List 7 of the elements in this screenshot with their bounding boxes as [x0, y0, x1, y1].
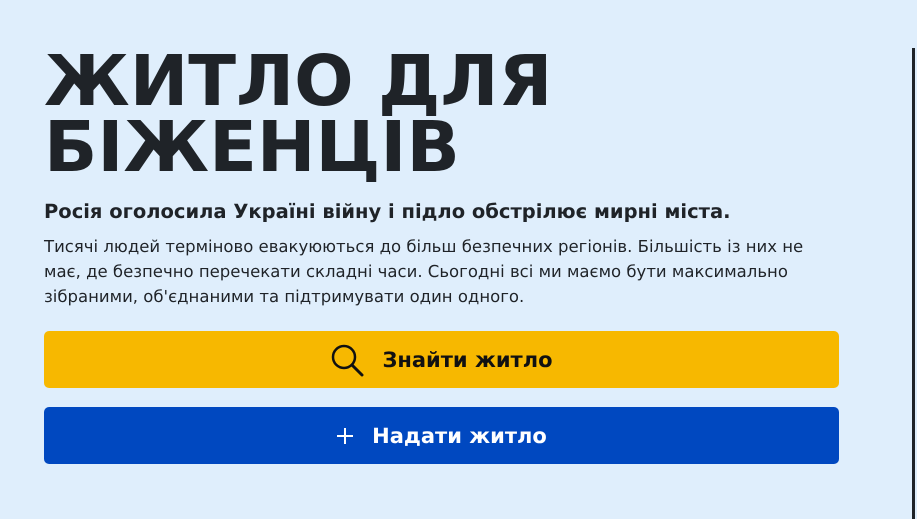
offer-housing-button[interactable]: Надати житло	[44, 407, 839, 464]
description: Тисячі людей терміново евакуюються до більш безпечних регіонів. Більшість із них не має, де безпечно перечекати складні часи. Сьогодні всі ми маємо бути максимально зібраними, об'єднаними та підтримувати один одного.	[44, 236, 804, 308]
search-icon	[330, 342, 364, 376]
page-title: ЖИТЛО ДЛЯ	[44, 48, 552, 114]
find-housing-button[interactable]: Знайти житло	[44, 331, 839, 388]
plus-icon	[336, 426, 354, 444]
subtitle: Росія оголосила Україні війну і підло обстрілює мирні міста.	[44, 199, 731, 225]
